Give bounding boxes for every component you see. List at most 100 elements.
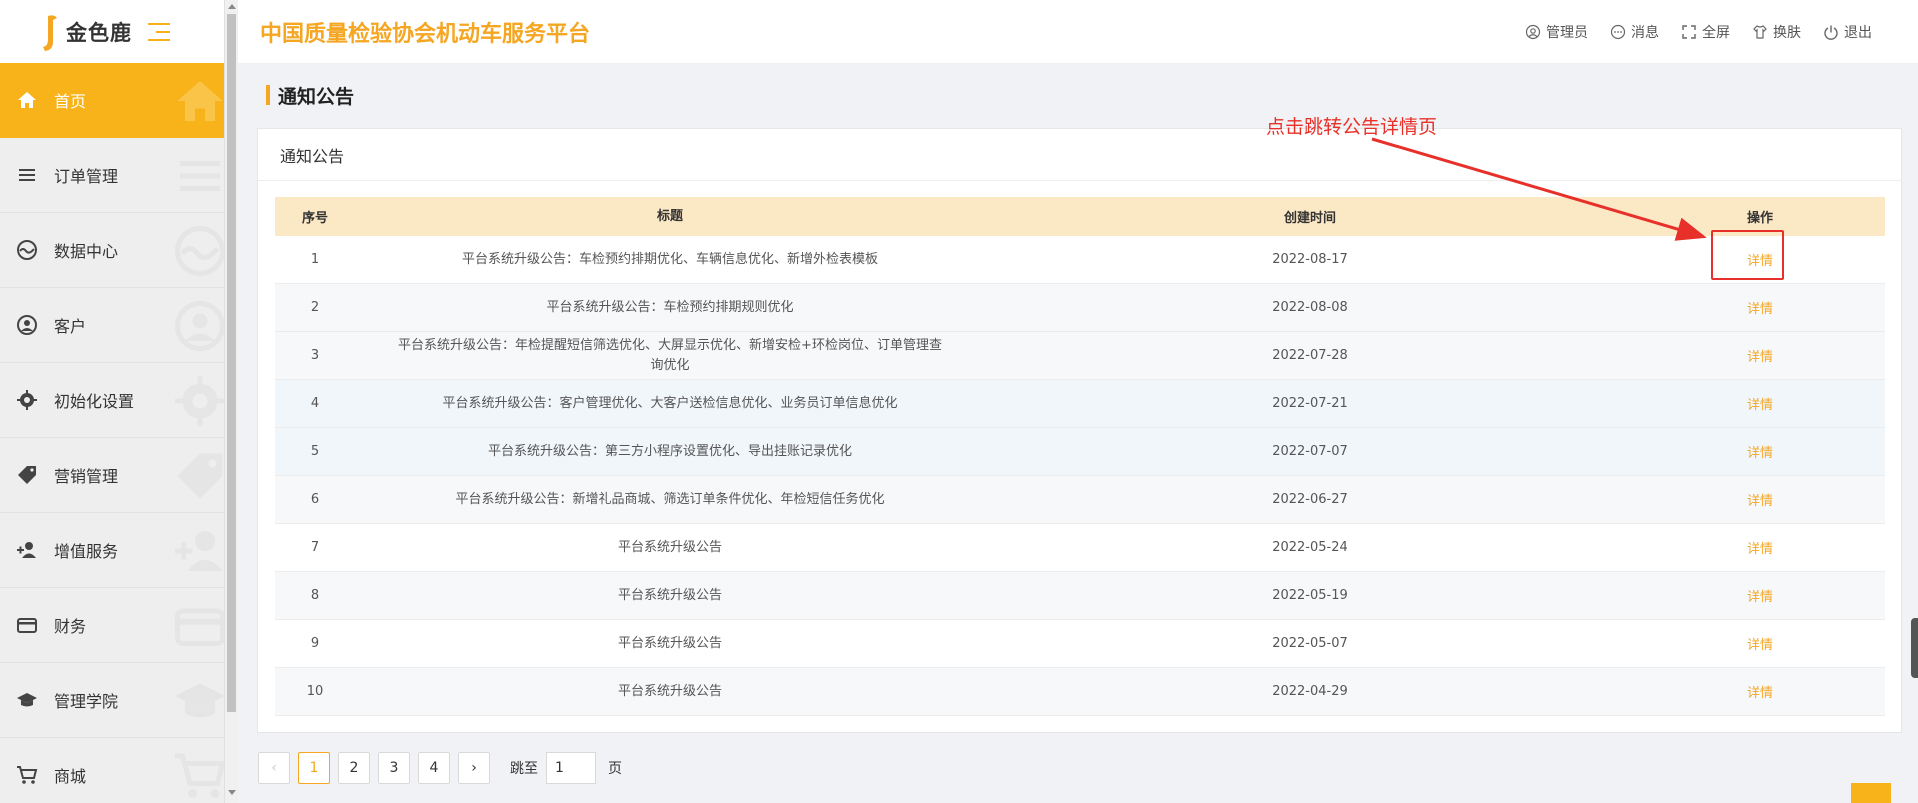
sidebar-item-label: 初始化设置 [54,392,135,411]
header-action-label: 消息 [1631,24,1659,41]
chart-watermark-icon [175,226,224,276]
cell-title: 平台系统升级公告：第三方小程序设置优化、导出挂账记录优化 [487,443,852,459]
cart-watermark-icon [175,753,224,798]
cell-action: 详情 [1635,682,1885,701]
prev-page-button[interactable]: ‹ [258,752,290,784]
sidebar-item-label: 增值服务 [54,542,119,561]
header-action-fullscreen[interactable]: 全屏 [1681,22,1730,42]
cell-title: 平台系统升级公告：车检预约排期优化、车辆信息优化、新增外检表模板 [461,251,878,267]
sidebar-item-6[interactable]: 增值服务 [0,513,224,588]
cell-title: 平台系统升级公告 [617,587,722,603]
table-row: 6 平台系统升级公告：新增礼品商城、筛选订单条件优化、年检短信任务优化 2022-0… [275,476,1885,524]
cell-no: 6 [310,492,320,507]
header-action-user-circle[interactable]: 管理员 [1525,22,1588,42]
sidebar-item-9[interactable]: 商城 [0,738,224,803]
page-button-1[interactable]: 1 [298,752,330,784]
sidebar-item-label: 数据中心 [54,242,119,261]
floating-contact-button[interactable] [1851,783,1891,803]
sidebar-item-label: 订单管理 [54,167,119,186]
header-actions: 管理员 消息 全屏 换肤 退出 [1525,0,1872,63]
sidebar-item-0[interactable]: 首页 [0,63,224,138]
header-action-message[interactable]: 消息 [1610,22,1659,42]
add-user-watermark-icon [175,531,223,571]
detail-link[interactable]: 详情 [1747,590,1773,605]
cell-title: 平台系统升级公告：车检预约排期规则优化 [546,299,794,315]
cell-no: 4 [310,396,320,411]
page-button-3[interactable]: 3 [378,752,410,784]
sidebar-item-label: 营销管理 [54,467,119,486]
list-watermark-icon [180,161,220,191]
jump-label: 跳至 [510,761,538,777]
graduation-watermark-icon [175,683,224,718]
card-title: 通知公告 [258,129,1901,181]
sidebar-item-8[interactable]: 管理学院 [0,663,224,738]
notice-table: 序号 标题 创建时间 操作 1 平台系统升级公告：车检预约排期优化、车辆信息优化、… [275,197,1885,716]
skin-icon [1753,24,1767,39]
detail-link[interactable]: 详情 [1747,302,1773,317]
next-page-button[interactable]: › [458,752,490,784]
cell-action: 详情 [1635,586,1885,605]
cell-title: 平台系统升级公告 [617,539,722,555]
fullscreen-icon [1682,24,1696,39]
sidebar-item-3[interactable]: 客户 [0,288,224,363]
detail-link[interactable]: 详情 [1747,542,1773,557]
top-header: 中国质量检验协会机动车服务平台 管理员 消息 全屏 换肤 退出 [238,0,1918,63]
annotation-text: 点击跳转公告详情页 [1266,116,1438,138]
cell-title: 平台系统升级公告：新增礼品商城、筛选订单条件优化、年检短信任务优化 [455,491,885,507]
header-action-label: 换肤 [1773,24,1801,41]
cell-no: 2 [310,300,320,315]
detail-link[interactable]: 详情 [1747,446,1773,461]
cell-title: 平台系统升级公告：年检提醒短信筛选优化、大屏显示优化、新增安检+环检岗位、订单管… [398,337,942,373]
table-row: 10 平台系统升级公告 2022-04-29 详情 [275,668,1885,716]
notice-card: 通知公告 序号 标题 创建时间 操作 1 平台系统升级公告：车检预约排期优化、车辆… [257,128,1902,733]
sidebar-item-label: 商城 [54,767,87,786]
cell-title: 平台系统升级公告 [617,683,722,699]
sidebar-scrollbar[interactable] [224,0,238,803]
header-action-label: 退出 [1844,24,1872,41]
column-header-title: 标题 [656,208,683,224]
column-header-date: 创建时间 [1283,211,1336,226]
sidebar-item-label: 管理学院 [54,692,119,711]
detail-link[interactable]: 详情 [1747,494,1773,509]
menu-toggle-icon[interactable] [148,22,170,41]
sidebar-item-4[interactable]: 初始化设置 [0,363,224,438]
header-action-skin[interactable]: 换肤 [1752,22,1801,42]
sidebar-item-1[interactable]: 订单管理 [0,138,224,213]
home-icon [14,87,40,113]
header-action-label: 全屏 [1702,24,1730,41]
cell-action: 详情 [1635,634,1885,653]
column-header-action: 操作 [1746,211,1773,226]
sidebar-item-label: 首页 [54,92,87,111]
cell-date: 2022-08-17 [1272,252,1348,267]
cell-date: 2022-05-24 [1272,540,1348,555]
detail-link[interactable]: 详情 [1747,686,1773,701]
cell-date: 2022-04-29 [1272,684,1348,699]
add-user-icon [14,537,40,563]
cell-no: 7 [310,540,320,555]
detail-link[interactable]: 详情 [1747,398,1773,413]
scrollbar-thumb[interactable] [227,14,236,712]
sidebar-item-2[interactable]: 数据中心 [0,213,224,288]
detail-link[interactable]: 详情 [1747,638,1773,653]
user-icon [14,312,40,338]
cell-date: 2022-05-19 [1272,588,1348,603]
table-header: 序号 标题 创建时间 操作 [275,197,1885,236]
table-row: 2 平台系统升级公告：车检预约排期规则优化 2022-08-08 详情 [275,284,1885,332]
header-action-power[interactable]: 退出 [1823,22,1872,42]
jump-page-input[interactable]: 1 [546,752,596,784]
page-button-2[interactable]: 2 [338,752,370,784]
side-widget[interactable] [1911,618,1918,678]
card-icon [14,612,40,638]
list-icon [14,162,40,188]
sidebar-item-5[interactable]: 营销管理 [0,438,224,513]
cell-date: 2022-08-08 [1272,300,1348,315]
cell-date: 2022-07-28 [1272,348,1348,363]
sidebar-item-7[interactable]: 财务 [0,588,224,663]
cell-date: 2022-05-07 [1272,636,1348,651]
power-icon [1824,25,1838,40]
cell-date: 2022-06-27 [1272,492,1348,507]
logo-text: 金色鹿 [66,20,132,45]
page-button-4[interactable]: 4 [418,752,450,784]
detail-link[interactable]: 详情 [1747,350,1773,365]
graduation-icon [14,687,40,713]
